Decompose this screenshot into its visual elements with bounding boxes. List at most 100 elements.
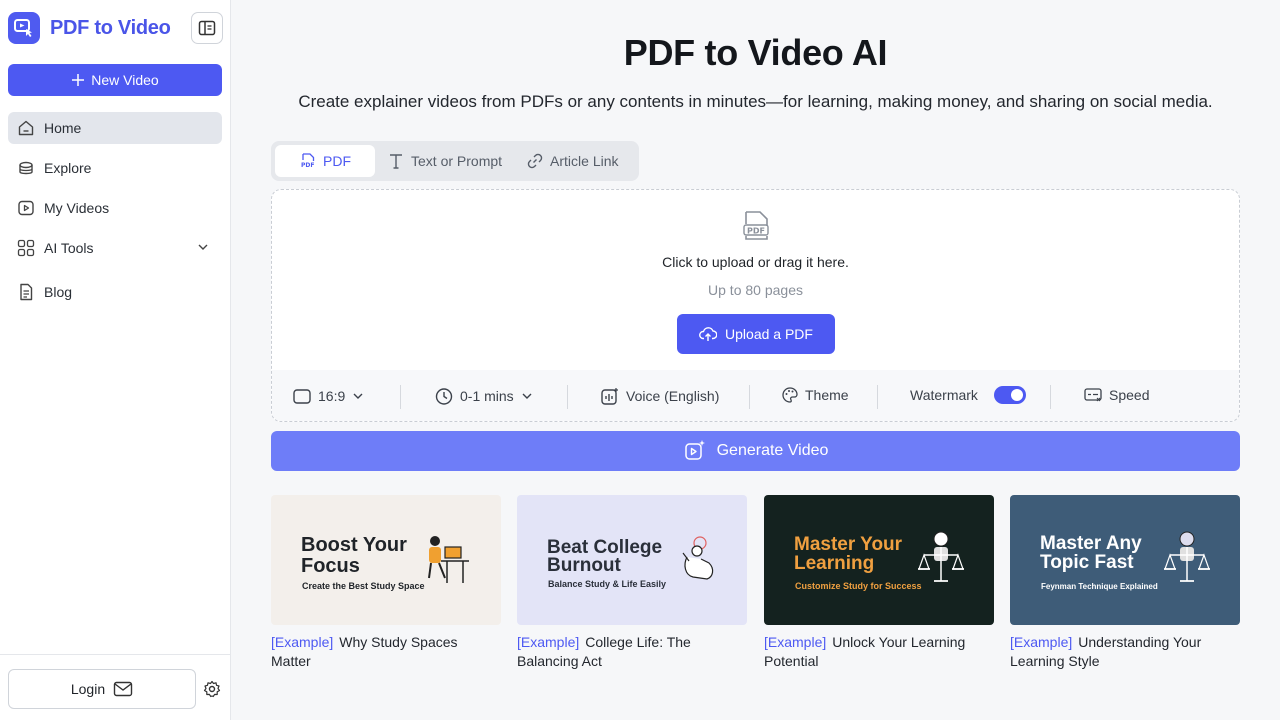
stressed-student-illustration bbox=[682, 536, 714, 580]
watermark-toggle[interactable] bbox=[993, 386, 1026, 404]
example-card[interactable]: Master Any Topic Fast Feynman Technique … bbox=[1010, 495, 1240, 671]
sidebar: PDF to Video New Video Home Explore My V… bbox=[0, 0, 231, 720]
example-caption[interactable]: [Example] College Life: The Balancing Act bbox=[517, 633, 747, 671]
gear-icon[interactable] bbox=[203, 680, 221, 698]
thumbnail-title-line-1: Master Any bbox=[1040, 533, 1142, 554]
chevron-down-icon bbox=[353, 393, 363, 399]
watermark-label: Watermark bbox=[910, 387, 978, 403]
home-icon bbox=[16, 118, 36, 138]
sidebar-item-ai-tools[interactable]: AI Tools bbox=[8, 232, 222, 264]
upload-limit: Up to 80 pages bbox=[708, 282, 803, 298]
pdf-file-icon: PDF bbox=[741, 210, 771, 247]
tab-label: PDF bbox=[323, 153, 351, 169]
example-caption[interactable]: [Example] Unlock Your Learning Potential bbox=[764, 633, 994, 671]
tab-text-or-prompt[interactable]: Text or Prompt bbox=[375, 145, 514, 177]
voice-select[interactable]: Voice (English) bbox=[600, 386, 719, 406]
example-caption[interactable]: [Example] Why Study Spaces Matter bbox=[271, 633, 501, 671]
new-video-label: New Video bbox=[91, 72, 159, 88]
tab-label: Text or Prompt bbox=[411, 153, 503, 169]
divider bbox=[749, 385, 750, 409]
upload-pdf-button[interactable]: Upload a PDF bbox=[677, 314, 835, 354]
text-icon bbox=[390, 154, 402, 169]
sidebar-item-my-videos[interactable]: My Videos bbox=[8, 192, 222, 224]
generate-video-label: Generate Video bbox=[716, 442, 829, 459]
sidebar-item-label: AI Tools bbox=[44, 240, 94, 256]
mail-icon bbox=[113, 681, 133, 697]
sidebar-toggle-icon bbox=[198, 20, 216, 36]
voice-value: Voice (English) bbox=[626, 388, 720, 404]
input-type-tabs: PDF PDF Text or Prompt Article Link bbox=[271, 141, 639, 181]
example-tag: [Example] bbox=[764, 634, 827, 650]
example-card[interactable]: Boost Your Focus Create the Best Study S… bbox=[271, 495, 501, 671]
sidebar-item-label: My Videos bbox=[44, 200, 110, 216]
divider bbox=[877, 385, 878, 409]
upload-button-label: Upload a PDF bbox=[725, 326, 813, 342]
sidebar-item-label: Explore bbox=[44, 160, 92, 176]
chevron-down-icon[interactable] bbox=[196, 240, 210, 257]
sidebar-footer: Login bbox=[0, 654, 231, 720]
thumbnail-title-line-2: Topic Fast bbox=[1040, 552, 1134, 573]
page-subtitle: Create explainer videos from PDFs or any… bbox=[298, 92, 1213, 111]
divider bbox=[1050, 385, 1051, 409]
pdf-upload-dropzone[interactable]: PDF Click to upload or drag it here. Up … bbox=[271, 189, 1240, 422]
sidebar-item-label: Blog bbox=[44, 284, 73, 300]
login-label: Login bbox=[70, 681, 106, 697]
scales-person-illustration bbox=[918, 531, 964, 582]
divider bbox=[400, 385, 401, 409]
brand-name: PDF to Video bbox=[50, 16, 171, 39]
example-caption[interactable]: [Example] Understanding Your Learning Sty… bbox=[1010, 633, 1240, 671]
example-thumbnail[interactable]: Boost Your Focus Create the Best Study S… bbox=[271, 495, 501, 625]
sidebar-nav: Home Explore My Videos AI Tools Blog bbox=[8, 112, 222, 316]
video-icon bbox=[16, 198, 36, 218]
duration-select[interactable]: 0-1 mins bbox=[434, 386, 534, 406]
example-thumbnail[interactable]: Master Any Topic Fast Feynman Technique … bbox=[1010, 495, 1240, 625]
collapse-sidebar-button[interactable] bbox=[191, 12, 223, 44]
aspect-ratio-select[interactable]: 16:9 bbox=[292, 386, 365, 406]
sidebar-item-label: Home bbox=[44, 120, 82, 136]
plus-icon bbox=[72, 74, 85, 86]
brand-logo-icon bbox=[8, 12, 40, 44]
tab-article-link[interactable]: Article Link bbox=[514, 145, 630, 177]
duration-value: 0-1 mins bbox=[460, 388, 514, 404]
voice-icon bbox=[601, 388, 618, 405]
divider bbox=[567, 385, 568, 409]
tab-pdf[interactable]: PDF PDF bbox=[275, 145, 375, 177]
pdf-icon: PDF bbox=[301, 153, 314, 169]
example-tag: [Example] bbox=[517, 634, 580, 650]
sidebar-item-explore[interactable]: Explore bbox=[8, 152, 222, 184]
document-icon bbox=[16, 282, 36, 302]
aspect-ratio-value: 16:9 bbox=[318, 388, 346, 404]
video-options-bar: 16:9 0-1 mins Voice (English) Theme Wate… bbox=[272, 370, 1239, 421]
sidebar-item-home[interactable]: Home bbox=[8, 112, 222, 144]
upload-prompt: Click to upload or drag it here. bbox=[662, 254, 849, 270]
login-button[interactable]: Login bbox=[8, 669, 196, 709]
speed-select[interactable]: Speed bbox=[1083, 386, 1149, 404]
brand[interactable]: PDF to Video bbox=[8, 12, 171, 44]
theme-select[interactable]: Theme bbox=[781, 386, 849, 404]
thumbnail-subtitle: Feynman Technique Explained bbox=[1041, 582, 1158, 591]
svg-text:PDF: PDF bbox=[301, 162, 314, 169]
person-at-desk-illustration bbox=[428, 536, 469, 583]
theme-label: Theme bbox=[805, 387, 849, 403]
page-title: PDF to Video AI bbox=[623, 32, 888, 73]
new-video-button[interactable]: New Video bbox=[8, 64, 222, 96]
speed-label: Speed bbox=[1109, 387, 1150, 403]
video-sparkle-icon bbox=[684, 440, 705, 460]
thumbnail-title-line-2: Learning bbox=[794, 553, 875, 574]
thumbnail-title-line-2: Burnout bbox=[547, 555, 621, 576]
generate-video-button[interactable]: Generate Video bbox=[271, 431, 1240, 471]
example-thumbnail[interactable]: Beat College Burnout Balance Study & Lif… bbox=[517, 495, 747, 625]
thumbnail-title-line-1: Boost Your bbox=[301, 534, 407, 556]
scales-person-illustration bbox=[1164, 531, 1210, 582]
palette-icon bbox=[782, 387, 798, 403]
explore-icon bbox=[16, 158, 36, 178]
example-thumbnail[interactable]: Master Your Learning Customize Study for… bbox=[764, 495, 994, 625]
sidebar-item-blog[interactable]: Blog bbox=[8, 276, 222, 308]
aspect-ratio-icon bbox=[293, 389, 311, 404]
link-icon bbox=[527, 153, 543, 169]
watermark-control: Watermark bbox=[910, 386, 1026, 404]
speed-icon bbox=[1084, 388, 1102, 402]
cloud-upload-icon bbox=[699, 327, 718, 341]
example-card[interactable]: Master Your Learning Customize Study for… bbox=[764, 495, 994, 671]
example-card[interactable]: Beat College Burnout Balance Study & Lif… bbox=[517, 495, 747, 671]
